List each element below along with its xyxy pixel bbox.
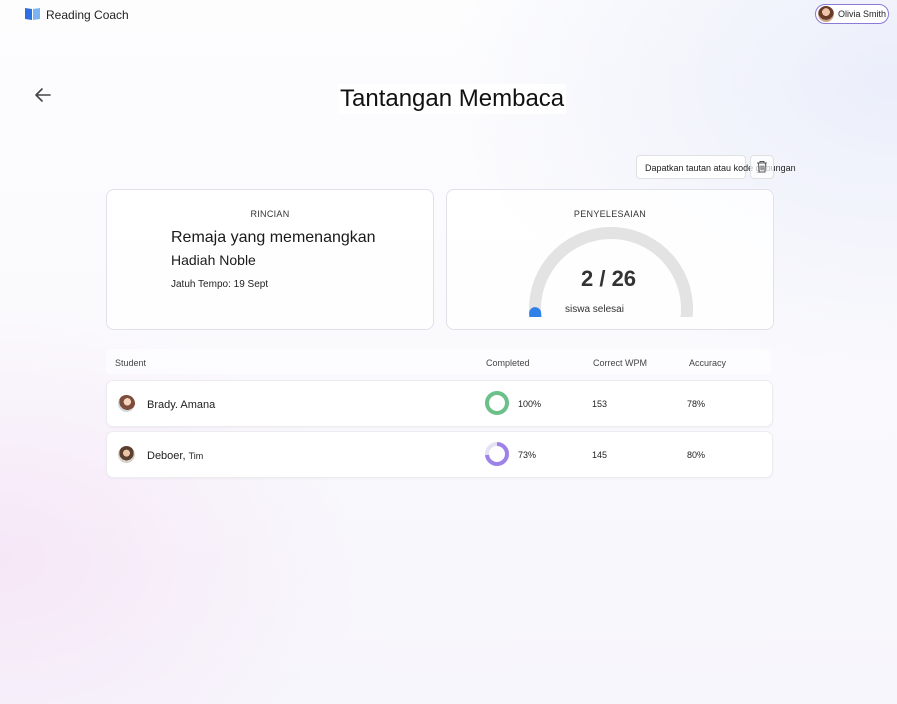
completion-ring	[485, 391, 509, 415]
completed-percent: 73%	[518, 450, 537, 460]
user-avatar	[818, 6, 834, 22]
completed-percent: 100%	[518, 399, 542, 409]
completion-card: PENYELESAIAN 2 / 26 siswa selesai	[446, 189, 774, 330]
header-correct-wpm: Correct WPM	[593, 358, 647, 368]
student-avatar	[118, 395, 135, 412]
details-heading: RINCIAN	[250, 209, 290, 219]
page-title: Tantangan Membaca	[338, 84, 567, 114]
back-arrow-icon[interactable]	[32, 84, 54, 106]
correct-wpm: 145	[592, 450, 608, 460]
app-title: Reading Coach	[46, 8, 129, 22]
user-name: Olivia Smith	[838, 9, 887, 19]
student-avatar	[118, 446, 135, 463]
header-completed: Completed	[486, 358, 530, 368]
completion-label: siswa selesai	[565, 304, 624, 315]
ring-fill	[485, 391, 509, 415]
user-account-button[interactable]: Olivia Smith	[815, 4, 889, 24]
completion-count: 2 / 26	[581, 266, 637, 291]
accuracy: 80%	[687, 450, 706, 460]
completion-ring	[485, 442, 509, 466]
completion-heading: PENYELESAIAN	[573, 209, 647, 219]
header-student: Student	[115, 358, 147, 368]
book-title-continued: Hadiah Noble	[171, 252, 256, 268]
table-row[interactable]: Brady. Amana 100% 153 78%	[106, 380, 773, 427]
delete-button[interactable]	[750, 155, 774, 179]
table-row[interactable]: Deboer, Tim 73% 145 80%	[106, 431, 773, 478]
correct-wpm: 153	[592, 399, 608, 409]
student-name: Brady. Amana	[147, 399, 216, 411]
book-title: Remaja yang memenangkan	[171, 229, 376, 246]
student-name: Deboer, Tim	[147, 450, 204, 462]
details-card: RINCIAN Remaja yang memenangkan Hadiah N…	[106, 189, 434, 330]
students-table-header: Student Completed Correct WPM Accuracy	[106, 349, 771, 374]
app-logo-icon	[25, 8, 40, 20]
accuracy: 78%	[687, 399, 706, 409]
trash-icon	[757, 161, 767, 173]
due-date: Jatuh Tempo: 19 Sept	[171, 279, 269, 290]
gauge-fill	[529, 307, 542, 317]
header-accuracy: Accuracy	[689, 358, 727, 368]
top-bar: Reading Coach Olivia Smith	[0, 0, 897, 30]
